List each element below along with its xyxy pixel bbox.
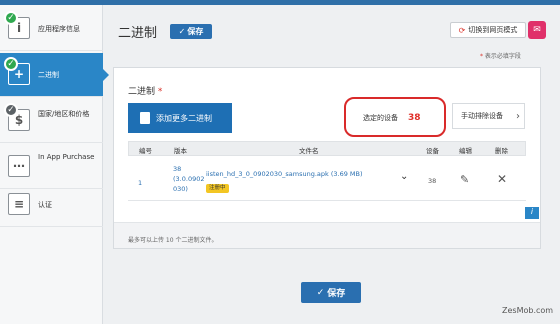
upload-limit-note: 最多可以上传 10 个二进制文件。	[128, 237, 218, 244]
version-line: 38	[173, 165, 182, 173]
add-binary-button[interactable]: 添加更多二进制	[128, 103, 232, 133]
column-header: 编号	[139, 147, 152, 155]
switch-to-web-mode-button[interactable]: ⟳ 切换到网页模式	[450, 22, 526, 38]
required-note: * 表示必填字段	[480, 51, 521, 60]
version-line: 030)	[173, 185, 188, 193]
column-header: 删除	[495, 147, 508, 155]
required-star: *	[480, 53, 483, 60]
required-note-text: 表示必填字段	[484, 53, 521, 60]
check-icon: ✓	[4, 11, 18, 25]
save-button-label: 保存	[327, 289, 346, 299]
check-icon: ✓	[4, 57, 18, 71]
binary-filename-link[interactable]: iisten_hd_3_0_0902030_samsung.apk (3.69 …	[206, 170, 363, 178]
column-header: 版本	[174, 147, 187, 155]
sidebar-item-label: 二进制	[38, 71, 59, 79]
switch-mode-label: 切换到网页模式	[468, 26, 518, 34]
save-button-label: 保存	[187, 27, 204, 36]
binary-section-title-text: 二进制	[128, 87, 156, 97]
save-button[interactable]: ✓ 保存	[170, 24, 212, 39]
check-icon: ✓	[178, 27, 186, 36]
sidebar-item-certificate[interactable]: ≡ 认证	[0, 183, 103, 227]
sidebar-item-label: 认证	[38, 201, 52, 209]
chevron-right-icon: ›	[516, 110, 520, 122]
sidebar-item-label: In App Purchase	[38, 153, 95, 161]
add-binary-label: 添加更多二进制	[156, 113, 212, 123]
check-icon: ✓	[4, 103, 18, 117]
column-header: 设备	[426, 147, 439, 155]
manual-exclude-devices-button[interactable]: 手动排除设备 ›	[452, 103, 525, 129]
sidebar-item-country-price[interactable]: $ ✓ 国家/地区和价格	[0, 99, 103, 143]
row-number: 1	[138, 179, 143, 187]
column-header: 编辑	[459, 147, 472, 155]
sidebar-item-label: 国家/地区和价格	[38, 110, 90, 118]
refresh-icon: ⟳	[458, 25, 466, 35]
highlight-annotation	[344, 97, 446, 137]
device-count: 38	[428, 177, 437, 185]
required-star: *	[157, 87, 163, 97]
table-row: 1 38 (3.0.0902 030) iisten_hd_3_0_090203…	[128, 157, 526, 201]
manual-exclude-label: 手动排除设备	[461, 112, 503, 120]
page-title: 二进制	[118, 26, 158, 41]
version-line: (3.0.0902	[173, 175, 205, 183]
sidebar-item-label: 应用程序信息	[38, 25, 80, 33]
check-icon: ✓	[316, 287, 325, 298]
chevron-down-icon[interactable]: ⌄	[400, 171, 408, 182]
watermark: ZesMob.com	[502, 306, 554, 315]
sidebar-item-binary[interactable]: + ✓ 二进制	[0, 53, 109, 97]
sidebar-item-app-info[interactable]: i ✓ 应用程序信息	[0, 7, 103, 51]
certificate-icon: ≡	[8, 193, 30, 215]
binary-section-title: 二进制 *	[128, 84, 162, 97]
chat-icon[interactable]: ✉	[528, 21, 546, 39]
binary-table-header: 编号 版本 文件名 设备 编辑 删除	[128, 141, 526, 156]
delete-icon[interactable]: ✕	[497, 172, 507, 186]
purchase-icon: ⋯	[8, 155, 30, 177]
status-badge: 注册中	[206, 184, 229, 193]
sidebar: i ✓ 应用程序信息 + ✓ 二进制 $ ✓ 国家/地区和价格 ⋯ In App…	[0, 5, 109, 324]
column-header: 文件名	[299, 147, 319, 155]
edit-icon[interactable]: ✎	[460, 173, 469, 186]
save-button-bottom[interactable]: ✓ 保存	[301, 282, 361, 303]
info-icon[interactable]: i	[525, 207, 539, 219]
document-icon	[140, 112, 150, 124]
